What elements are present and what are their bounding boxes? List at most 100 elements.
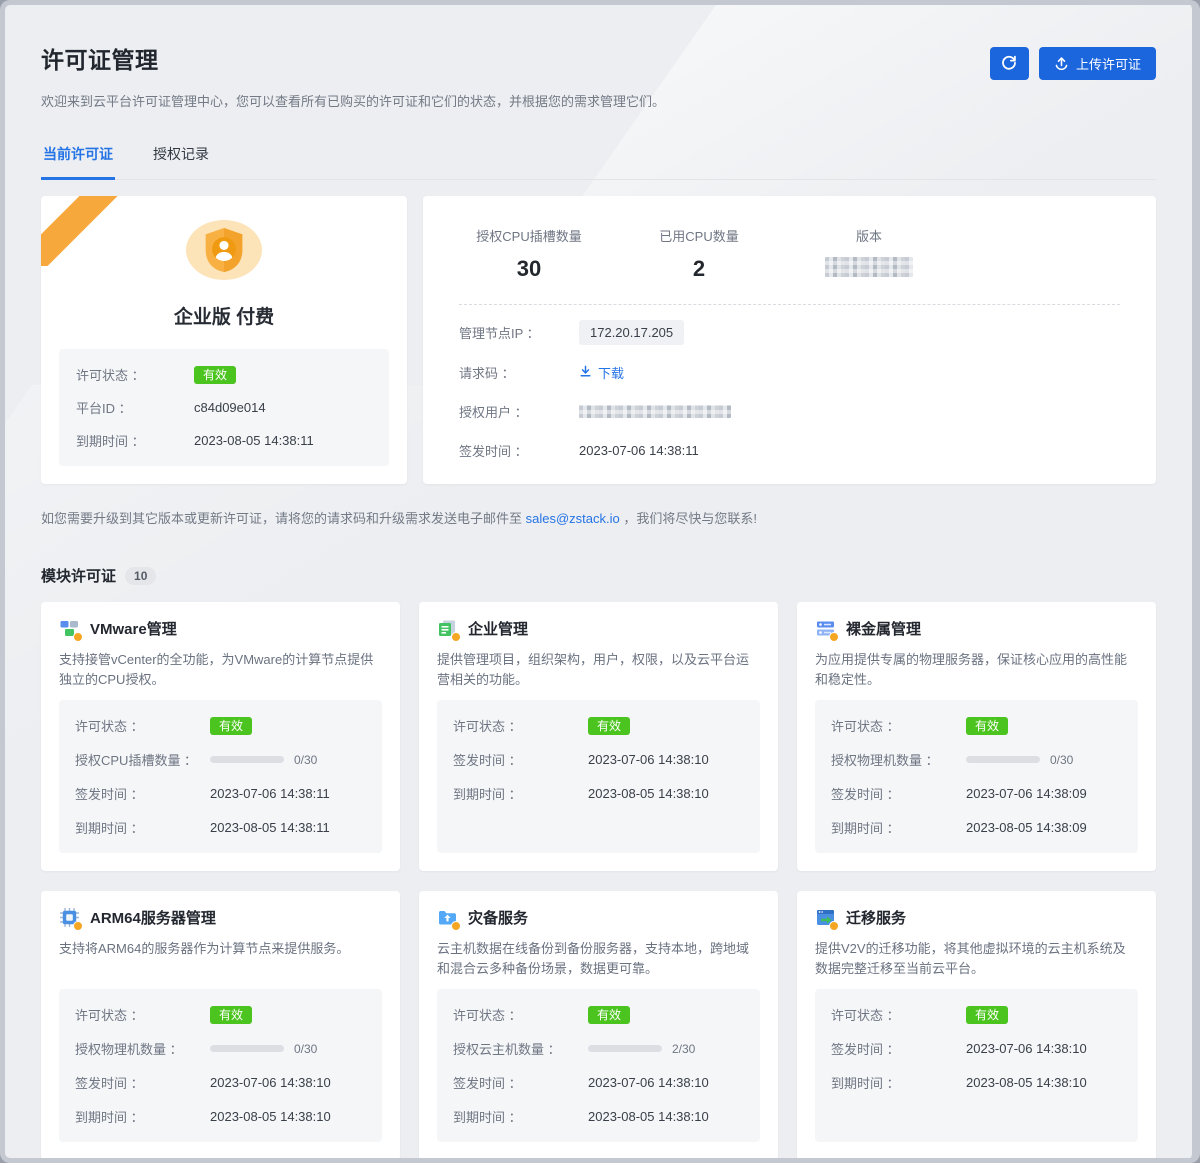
sales-email-link[interactable]: sales@zstack.io bbox=[526, 511, 620, 526]
enterprise-icon bbox=[437, 618, 458, 639]
module-title: VMware管理 bbox=[90, 618, 177, 639]
upgrade-note: 如您需要升级到其它版本或更新许可证，请将您的请求码和升级需求发送电子邮件至 sa… bbox=[41, 508, 1156, 527]
stat-cpu-sockets: 授权CPU插槽数量 30 bbox=[473, 226, 585, 282]
license-summary-card: 授权CPU插槽数量 30 已用CPU数量 2 版本 管理节点IP ： 17 bbox=[423, 196, 1156, 484]
issue-time-label: 签发时间 ： bbox=[453, 1073, 588, 1092]
module-info-box: 许可状态 ： 有效 授权物理机数量 ： 0/30 签发时间 ： 2023-07-… bbox=[815, 700, 1138, 853]
tab-authorization-records[interactable]: 授权记录 bbox=[151, 134, 211, 179]
note-text: ，我们将尽快与您联系! bbox=[620, 511, 757, 526]
quota-progress: 0/30 bbox=[210, 1042, 317, 1056]
refresh-button[interactable] bbox=[990, 47, 1029, 80]
status-label: 许可状态 ： bbox=[75, 1005, 210, 1024]
license-status-row: 许可状态 ： 有效 bbox=[76, 365, 372, 384]
status-badge: 有效 bbox=[210, 717, 252, 735]
status-label: 许可状态 ： bbox=[75, 716, 210, 735]
expire-time-value: 2023-08-05 14:38:09 bbox=[966, 820, 1087, 835]
expire-time-row: 到期时间 ： 2023-08-05 14:38:11 bbox=[76, 431, 372, 450]
platform-id-label: 平台ID ： bbox=[76, 398, 194, 417]
page-header: 许可证管理 欢迎来到云平台许可证管理中心，您可以查看所有已购买的许可证和它们的状… bbox=[41, 5, 1156, 110]
stat-label: 版本 bbox=[813, 226, 925, 245]
module-card-baremetal: 裸金属管理 为应用提供专属的物理服务器，保证核心应用的高性能和稳定性。 许可状态… bbox=[797, 602, 1156, 871]
management-ip-label: 管理节点IP ： bbox=[459, 323, 579, 342]
quota-label: 授权物理机数量 ： bbox=[831, 750, 966, 769]
expire-time-label: 到期时间 ： bbox=[831, 1073, 966, 1092]
management-ip-value: 172.20.17.205 bbox=[579, 320, 684, 345]
censored-user-value bbox=[579, 405, 731, 418]
expire-time-value: 2023-08-05 14:38:11 bbox=[210, 820, 330, 835]
module-info-box: 许可状态 ： 有效 授权CPU插槽数量 ： 0/30 签发时间 ： 2023-0… bbox=[59, 700, 382, 853]
module-title: 裸金属管理 bbox=[846, 618, 921, 639]
tab-bar: 当前许可证 授权记录 bbox=[41, 134, 1156, 180]
issue-time-label: 签发时间 ： bbox=[831, 784, 966, 803]
stat-value: 30 bbox=[473, 256, 585, 282]
module-card-migration: 迁移服务 提供V2V的迁移功能，将其他虚拟环境的云主机系统及数据完整迁移至当前云… bbox=[797, 891, 1156, 1160]
expire-time-value: 2023-08-05 14:38:10 bbox=[210, 1109, 331, 1124]
module-description: 提供管理项目，组织架构，用户，权限，以及云平台运营相关的功能。 bbox=[437, 650, 760, 690]
platform-id-row: 平台ID ： c84d09e014 bbox=[76, 398, 372, 417]
module-info-box: 许可状态 ： 有效 授权物理机数量 ： 0/30 签发时间 ： 2023-07-… bbox=[59, 989, 382, 1142]
issue-time-value: 2023-07-06 14:38:09 bbox=[966, 786, 1087, 801]
issue-time-value: 2023-07-06 14:38:10 bbox=[588, 1075, 709, 1090]
quota-label: 授权CPU插槽数量 ： bbox=[75, 750, 210, 769]
expire-time-label: 到期时间 ： bbox=[453, 784, 588, 803]
stat-value: 2 bbox=[643, 256, 755, 282]
license-status-label: 许可状态 ： bbox=[76, 365, 194, 384]
module-license-grid: VMware管理 支持接管vCenter的全功能，为VMware的计算节点提供独… bbox=[41, 602, 1156, 1160]
module-count-badge: 10 bbox=[125, 567, 156, 585]
module-description: 支持接管vCenter的全功能，为VMware的计算节点提供独立的CPU授权。 bbox=[59, 650, 382, 690]
quota-progress: 0/30 bbox=[210, 753, 317, 767]
issue-time-value: 2023-07-06 14:38:10 bbox=[210, 1075, 331, 1090]
module-title: 灾备服务 bbox=[468, 907, 528, 928]
issue-time-value: 2023-07-06 14:38:10 bbox=[966, 1041, 1087, 1056]
license-edition: 企业版 付费 bbox=[174, 302, 274, 329]
download-request-code-link[interactable]: 下载 bbox=[579, 363, 624, 382]
issue-time-row: 签发时间 ： 2023-07-06 14:38:11 bbox=[459, 438, 1120, 462]
module-card-enterprise: 企业管理 提供管理项目，组织架构，用户，权限，以及云平台运营相关的功能。 许可状… bbox=[419, 602, 778, 871]
status-badge: 有效 bbox=[966, 717, 1008, 735]
arm64-icon bbox=[59, 907, 80, 928]
download-link-label: 下载 bbox=[598, 363, 624, 382]
license-info-box: 许可状态 ： 有效 平台ID ： c84d09e014 到期时间 ： 2023-… bbox=[59, 349, 389, 466]
note-text: 如您需要升级到其它版本或更新许可证，请将您的请求码和升级需求发送电子邮件至 bbox=[41, 511, 526, 526]
expire-time-label: 到期时间 ： bbox=[75, 818, 210, 837]
module-description: 支持将ARM64的服务器作为计算节点来提供服务。 bbox=[59, 939, 382, 979]
stat-version: 版本 bbox=[813, 226, 925, 282]
module-description: 提供V2V的迁移功能，将其他虚拟环境的云主机系统及数据完整迁移至当前云平台。 bbox=[815, 939, 1138, 979]
upload-license-button[interactable]: 上传许可证 bbox=[1039, 47, 1156, 80]
expire-time-value: 2023-08-05 14:38:10 bbox=[588, 786, 709, 801]
status-badge: 有效 bbox=[210, 1006, 252, 1024]
license-card: 企业版 付费 许可状态 ： 有效 平台ID ： c84d09e014 到期时间 … bbox=[41, 196, 407, 484]
status-label: 许可状态 ： bbox=[831, 716, 966, 735]
censored-version-value bbox=[825, 257, 913, 277]
issue-time-value: 2023-07-06 14:38:10 bbox=[588, 752, 709, 767]
expire-time-value: 2023-08-05 14:38:11 bbox=[194, 433, 314, 448]
license-stats: 授权CPU插槽数量 30 已用CPU数量 2 版本 bbox=[459, 226, 1120, 282]
quota-value: 0/30 bbox=[294, 1042, 317, 1056]
platform-id-value: c84d09e014 bbox=[194, 400, 266, 415]
module-title: 企业管理 bbox=[468, 618, 528, 639]
module-description: 为应用提供专属的物理服务器，保证核心应用的高性能和稳定性。 bbox=[815, 650, 1138, 690]
quota-value: 0/30 bbox=[294, 753, 317, 767]
status-label: 许可状态 ： bbox=[831, 1005, 966, 1024]
module-card-vmware: VMware管理 支持接管vCenter的全功能，为VMware的计算节点提供独… bbox=[41, 602, 400, 871]
expire-time-value: 2023-08-05 14:38:10 bbox=[966, 1075, 1087, 1090]
status-badge: 有效 bbox=[966, 1006, 1008, 1024]
stat-label: 授权CPU插槽数量 bbox=[473, 226, 585, 245]
issue-time-label: 签发时间 ： bbox=[75, 1073, 210, 1092]
tab-current-license[interactable]: 当前许可证 bbox=[41, 134, 115, 180]
module-title: ARM64服务器管理 bbox=[90, 907, 216, 928]
license-management-window: 许可证管理 欢迎来到云平台许可证管理中心，您可以查看所有已购买的许可证和它们的状… bbox=[0, 0, 1200, 1163]
status-label: 许可状态 ： bbox=[453, 716, 588, 735]
expire-time-label: 到期时间 ： bbox=[831, 818, 966, 837]
license-shield-icon bbox=[186, 220, 262, 280]
module-card-arm64: ARM64服务器管理 支持将ARM64的服务器作为计算节点来提供服务。 许可状态… bbox=[41, 891, 400, 1160]
module-info-box: 许可状态 ： 有效 授权云主机数量 ： 2/30 签发时间 ： 2023-07-… bbox=[437, 989, 760, 1142]
module-section-title: 模块许可证 bbox=[41, 565, 116, 586]
quota-progress: 0/30 bbox=[966, 753, 1073, 767]
request-code-row: 请求码 ： 下载 bbox=[459, 360, 1120, 384]
module-info-box: 许可状态 ： 有效 签发时间 ： 2023-07-06 14:38:10 到期时… bbox=[815, 989, 1138, 1142]
request-code-label: 请求码 ： bbox=[459, 363, 579, 382]
issue-time-value: 2023-07-06 14:38:11 bbox=[579, 443, 699, 458]
page-title: 许可证管理 bbox=[41, 41, 665, 75]
status-badge: 有效 bbox=[588, 717, 630, 735]
